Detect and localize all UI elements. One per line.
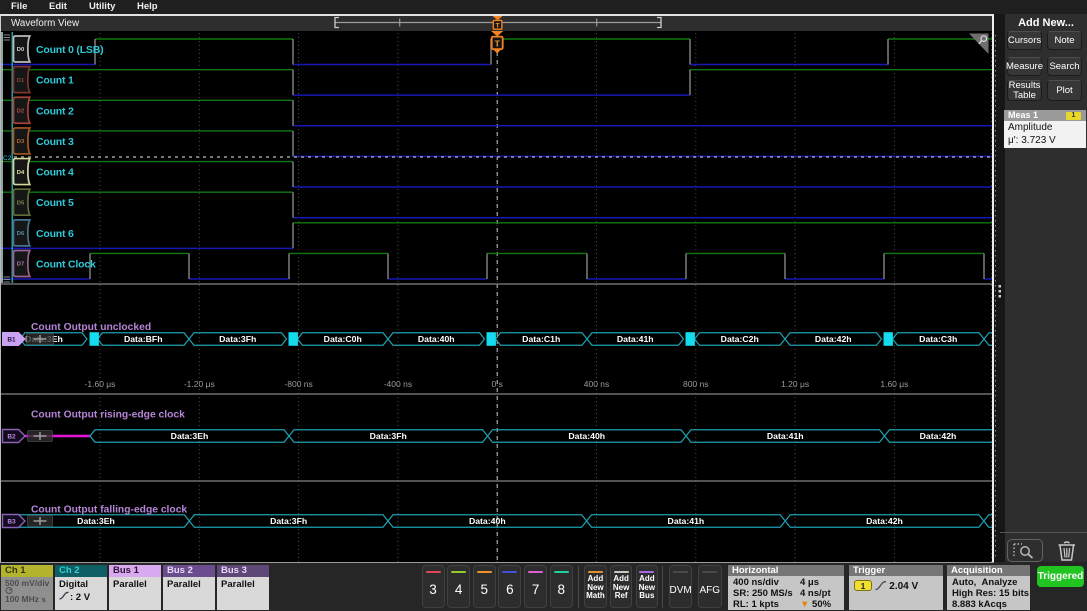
svg-text:-1.60 μs: -1.60 μs [85,379,116,389]
svg-text:C2: C2 [3,155,12,162]
svg-text:Data:40h: Data:40h [568,431,605,441]
svg-text:Count Output falling-edge cloc: Count Output falling-edge clock [31,505,187,516]
svg-text:Count 1: Count 1 [36,75,74,87]
svg-text:Data:3Fh: Data:3Fh [219,334,256,344]
svg-text:Data:BFh: Data:BFh [124,334,163,344]
svg-text:D4: D4 [17,170,25,176]
svg-text:Data:42h: Data:42h [920,431,957,441]
svg-text:Data:3Fh: Data:3Fh [370,431,407,441]
svg-text:Data:42h: Data:42h [815,334,852,344]
svg-text:D3: D3 [17,139,25,145]
svg-text:D5: D5 [17,200,25,206]
svg-text:B1: B1 [7,337,16,344]
svg-text:Data:41h: Data:41h [617,334,654,344]
svg-text:Data:40h: Data:40h [418,334,455,344]
svg-text:800 ns: 800 ns [683,379,709,389]
svg-text:Data:41h: Data:41h [668,516,705,526]
svg-text:1.60 μs: 1.60 μs [880,379,908,389]
svg-text:Count 6: Count 6 [36,228,74,240]
svg-text:-1.20 μs: -1.20 μs [184,379,215,389]
svg-text:T: T [495,39,501,49]
svg-text:Data:40h: Data:40h [469,516,506,526]
svg-text:D1: D1 [17,78,25,84]
svg-text:D7: D7 [17,262,24,268]
svg-text:Count 2: Count 2 [36,105,74,117]
svg-text:D0: D0 [17,47,24,53]
svg-text:Data:3Fh: Data:3Fh [270,516,307,526]
svg-text:Count Output unclocked: Count Output unclocked [31,322,151,333]
svg-text:Data:C0h: Data:C0h [324,334,362,344]
svg-text:Data:41h: Data:41h [767,431,804,441]
svg-text:Count Clock: Count Clock [36,258,96,270]
svg-text:0 s: 0 s [492,379,503,389]
svg-text:Count 0 (LSB): Count 0 (LSB) [36,44,103,56]
svg-text:T: T [496,22,500,29]
svg-text:Count 3: Count 3 [36,136,74,148]
svg-text:Data:C1h: Data:C1h [522,334,560,344]
svg-text:Count Output rising-edge clock: Count Output rising-edge clock [31,410,185,421]
svg-text:D2: D2 [17,108,24,114]
svg-text:1.20 μs: 1.20 μs [781,379,809,389]
svg-text:Data:3Eh: Data:3Eh [77,516,115,526]
svg-text:B2: B2 [7,434,16,441]
svg-text:Data:42h: Data:42h [866,516,903,526]
svg-text:Count 4: Count 4 [36,167,74,179]
svg-text:Data:3Eh: Data:3Eh [171,431,209,441]
svg-text:400 ns: 400 ns [584,379,610,389]
svg-text:B3: B3 [7,519,16,526]
svg-text:D6: D6 [17,231,25,237]
svg-text:-400 ns: -400 ns [384,379,412,389]
svg-text:Data:C2h: Data:C2h [721,334,759,344]
svg-text:Count 5: Count 5 [36,197,74,209]
svg-text:Data:C3h: Data:C3h [919,334,957,344]
svg-text:-800 ns: -800 ns [284,379,312,389]
